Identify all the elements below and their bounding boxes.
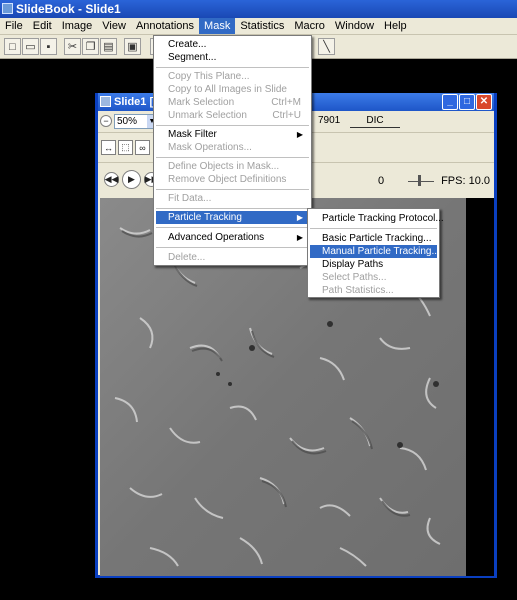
particle-tracking-submenu: Particle Tracking Protocol... Basic Part… <box>307 208 444 298</box>
menu-bar: File Edit Image View Annotations Mask St… <box>0 18 517 35</box>
menu-item-fit-data[interactable]: Fit Data... <box>156 192 309 205</box>
cut-icon[interactable]: ✂ <box>64 38 81 55</box>
menu-image[interactable]: Image <box>57 18 98 34</box>
slide-icon <box>100 96 111 107</box>
frame-number: 0 <box>378 175 385 187</box>
menu-separator <box>156 247 309 248</box>
link-tool-icon[interactable]: ∞ <box>135 140 150 155</box>
menu-item-mark-selection[interactable]: Mark Selection Ctrl+M <box>156 96 309 109</box>
menu-edit[interactable]: Edit <box>28 18 57 34</box>
menu-item-label: Mark Selection <box>168 97 235 108</box>
menu-item-label: Advanced Operations <box>168 232 265 243</box>
menu-item-label: Unmark Selection <box>168 110 247 121</box>
menu-item-unmark-selection[interactable]: Unmark Selection Ctrl+U <box>156 109 309 122</box>
menu-statistics[interactable]: Statistics <box>235 18 289 34</box>
channel-fragment: 7901 <box>318 115 341 126</box>
app-icon <box>2 3 13 14</box>
menu-macro[interactable]: Macro <box>289 18 330 34</box>
menu-item-copy-this-plane[interactable]: Copy This Plane... <box>156 70 309 83</box>
mask-menu: Create... Segment... Copy This Plane... … <box>153 35 312 266</box>
arrow-tool-icon[interactable]: ↔ <box>101 140 116 155</box>
menu-item-mask-filter[interactable]: Mask Filter ▶ <box>156 128 309 141</box>
image-scroll-area <box>466 198 494 576</box>
channel-dic[interactable]: DIC <box>350 113 400 128</box>
menu-window[interactable]: Window <box>330 18 379 34</box>
zoom-value: 50% <box>117 116 138 127</box>
menu-separator <box>156 157 309 158</box>
menu-item-remove-object-definitions[interactable]: Remove Object Definitions <box>156 173 309 186</box>
app-title: SlideBook - Slide1 <box>16 2 121 16</box>
menu-item-segment[interactable]: Segment... <box>156 51 309 64</box>
menu-help[interactable]: Help <box>379 18 412 34</box>
menu-item-select-paths[interactable]: Select Paths... <box>310 271 437 284</box>
menu-annotations[interactable]: Annotations <box>131 18 199 34</box>
app-title-bar: SlideBook - Slide1 <box>0 0 517 18</box>
menu-item-manual-particle-tracking[interactable]: Manual Particle Tracking... <box>310 245 440 258</box>
line-tool-icon[interactable]: ╲ <box>318 38 335 55</box>
play-icon[interactable]: ▶ <box>122 170 141 189</box>
menu-view[interactable]: View <box>97 18 131 34</box>
submenu-arrow-icon: ▶ <box>296 130 303 139</box>
frame-slider-track[interactable] <box>408 181 434 182</box>
submenu-arrow-icon: ▶ <box>296 233 303 242</box>
menu-item-label: Particle Tracking <box>168 212 242 223</box>
menu-item-delete[interactable]: Delete... <box>156 251 309 264</box>
rewind-icon[interactable]: ◀◀ <box>104 172 119 187</box>
menu-item-particle-tracking-protocol[interactable]: Particle Tracking Protocol... <box>310 212 444 225</box>
menu-file[interactable]: File <box>0 18 28 34</box>
menu-item-path-statistics[interactable]: Path Statistics... <box>310 284 437 297</box>
shortcut-ctrl-u: Ctrl+U <box>272 110 301 121</box>
frame-slider-thumb[interactable] <box>418 175 421 186</box>
menu-mask[interactable]: Mask <box>199 18 236 34</box>
zoom-select[interactable]: 50% ▼ <box>114 114 158 129</box>
save-icon[interactable]: ▪ <box>40 38 57 55</box>
menu-item-basic-particle-tracking[interactable]: Basic Particle Tracking... <box>310 232 437 245</box>
close-icon[interactable]: ✕ <box>476 94 492 110</box>
open-icon[interactable]: ▭ <box>22 38 39 55</box>
menu-item-define-objects[interactable]: Define Objects in Mask... <box>156 160 309 173</box>
shortcut-ctrl-m: Ctrl+M <box>271 97 301 108</box>
fps-readout: FPS: 10.0 <box>441 175 490 187</box>
menu-separator <box>310 228 437 229</box>
submenu-arrow-icon: ▶ <box>296 213 303 222</box>
menu-item-display-paths[interactable]: Display Paths <box>310 258 437 271</box>
menu-item-advanced-operations[interactable]: Advanced Operations ▶ <box>156 231 309 244</box>
copy-icon[interactable]: ❐ <box>82 38 99 55</box>
zoom-out-icon[interactable]: − <box>100 115 112 127</box>
menu-item-copy-to-all-images[interactable]: Copy to All Images in Slide <box>156 83 309 96</box>
new-icon[interactable]: □ <box>4 38 21 55</box>
menu-item-create[interactable]: Create... <box>156 38 309 51</box>
menu-item-particle-tracking[interactable]: Particle Tracking ▶ <box>156 211 309 224</box>
menu-item-mask-operations[interactable]: Mask Operations... <box>156 141 309 154</box>
menu-separator <box>156 125 309 126</box>
menu-separator <box>156 227 309 228</box>
minimize-icon[interactable]: _ <box>442 94 458 110</box>
menu-separator <box>156 67 309 68</box>
paste-icon[interactable]: ▤ <box>100 38 117 55</box>
select-tool-icon[interactable]: ⬚ <box>118 140 133 155</box>
menu-item-label: Mask Filter <box>168 129 217 140</box>
menu-separator <box>156 189 309 190</box>
print-icon[interactable]: ▣ <box>124 38 141 55</box>
menu-separator <box>156 208 309 209</box>
maximize-icon[interactable]: □ <box>459 94 475 110</box>
